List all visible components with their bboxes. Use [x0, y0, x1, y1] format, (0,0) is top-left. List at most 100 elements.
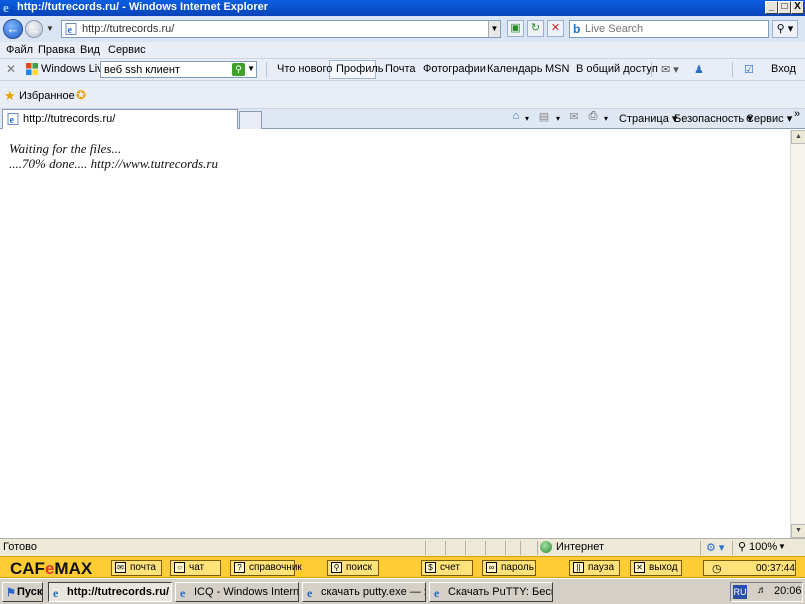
read-mail-icon[interactable]: ✉ — [567, 110, 581, 124]
feeds-icon[interactable]: ▤ — [537, 110, 551, 124]
add-favorite-icon[interactable]: ✪ — [76, 88, 86, 102]
taskbar-window-yandex[interactable]: e скачать putty.exe — Я... — [302, 582, 426, 602]
favorites-bar: ★ Избранное ✪ — [0, 81, 805, 109]
speaker-icon[interactable]: ♬ — [757, 585, 769, 597]
vertical-scrollbar[interactable]: ▲ ▼ — [790, 130, 805, 538]
close-button[interactable]: X — [791, 1, 804, 14]
link-share[interactable]: В общий доступ — [576, 63, 658, 75]
menu-view[interactable]: Вид — [80, 44, 100, 56]
language-indicator[interactable]: RU — [733, 585, 747, 599]
page-menu[interactable]: Страница ▾ — [619, 112, 677, 125]
session-timer: ◷ 00:37:44 — [703, 560, 796, 576]
search-dropdown-icon[interactable]: ▼ — [247, 64, 255, 73]
menu-tools[interactable]: Сервис — [108, 44, 146, 56]
home-dropdown-icon[interactable]: ▾ — [525, 114, 529, 123]
address-row: ← → ▼ e http://tutrecords.ru/ ▼ ▣ ↻ ✕ b … — [0, 16, 805, 42]
new-tab-button[interactable] — [239, 111, 262, 129]
pause-icon: || — [573, 562, 584, 573]
cafemax-password-button[interactable]: ∞ пароль — [482, 560, 536, 576]
scroll-up-icon[interactable]: ▲ — [791, 130, 805, 144]
cafemax-search-label: поиск — [346, 562, 372, 573]
menu-bar: Файл Правка Вид Сервис — [0, 42, 805, 59]
cafemax-exit-label: выход — [649, 562, 678, 573]
link-mail[interactable]: Почта — [385, 63, 416, 75]
windows-flag-icon: ⚑ — [6, 587, 16, 599]
live-search-input[interactable] — [585, 22, 765, 36]
checkbox-icon[interactable]: ☑ — [744, 63, 754, 76]
menu-edit[interactable]: Правка — [38, 44, 75, 56]
tools-menu[interactable]: Сервис ▾ — [746, 112, 792, 125]
cafemax-mail-button[interactable]: ✉ почта — [111, 560, 162, 576]
mail-icon[interactable]: ✉ ▾ — [661, 63, 679, 76]
back-button[interactable]: ← — [3, 19, 23, 39]
refresh-icon[interactable]: ↻ — [527, 20, 544, 37]
chevron-more-icon[interactable]: » — [794, 108, 800, 120]
bing-icon: b — [573, 22, 581, 36]
maximize-button[interactable]: □ — [778, 1, 791, 14]
zoom-dropdown-icon[interactable]: ▼ — [778, 542, 786, 551]
cafemax-pause-button[interactable]: || пауза — [569, 560, 620, 576]
cafemax-exit-button[interactable]: ✕ выход — [630, 560, 682, 576]
link-photos[interactable]: Фотографии — [423, 63, 486, 75]
scroll-down-icon[interactable]: ▼ — [791, 524, 805, 538]
magnifier-icon: ⚲ — [776, 23, 785, 35]
cafemax-account-button[interactable]: $ счет — [421, 560, 473, 576]
home-icon[interactable]: ⌂ — [509, 110, 523, 124]
question-icon: ? — [234, 562, 245, 573]
svg-text:e: e — [10, 115, 15, 125]
messenger-icon[interactable]: ♟ — [694, 63, 704, 76]
svg-text:e: e — [434, 586, 440, 598]
link-profile[interactable]: Профиль — [336, 63, 384, 75]
taskbar-clock[interactable]: 20:06 — [774, 585, 802, 597]
back-arrow-icon: ← — [6, 21, 20, 36]
zoom-level[interactable]: 100% — [749, 541, 777, 553]
live-toolbar-search-value: веб ssh клиент — [104, 64, 180, 76]
zoom-icon[interactable]: ⚲ — [738, 540, 746, 553]
search-go-button[interactable]: ⚲ ▾ — [772, 20, 798, 38]
taskbar-window-label: Скачать PuTTY: Беспла... — [448, 586, 552, 598]
forward-button[interactable]: → — [25, 20, 43, 38]
print-icon[interactable]: ⎙ — [586, 110, 600, 124]
ie-page-icon: e — [434, 586, 440, 598]
safety-menu[interactable]: Безопасность ▾ — [674, 112, 753, 125]
recent-pages-dropdown-icon[interactable]: ▼ — [46, 24, 54, 33]
dollar-icon: $ — [425, 562, 436, 573]
favorites-button[interactable]: Избранное — [19, 90, 75, 102]
tab-current[interactable]: e http://tutrecords.ru/ — [2, 109, 238, 129]
print-dropdown-icon[interactable]: ▾ — [604, 114, 608, 123]
svg-text:e: e — [180, 586, 186, 598]
taskbar-window-ie-tutrecords[interactable]: e http://tutrecords.ru/ ... — [48, 582, 172, 602]
feeds-dropdown-icon[interactable]: ▾ — [556, 114, 560, 123]
protected-mode-icon[interactable]: ⚙ ▾ — [706, 541, 724, 554]
title-bar[interactable]: e http://tutrecords.ru/ - Windows Intern… — [0, 0, 805, 16]
minimize-button[interactable]: _ — [765, 1, 778, 14]
search-icon[interactable]: ⚲ — [232, 63, 245, 76]
cafemax-search-button[interactable]: ⚲ поиск — [327, 560, 379, 576]
link-whats-new[interactable]: Что нового — [277, 63, 332, 75]
windows-live-label[interactable]: Windows Live — [41, 63, 109, 75]
favorites-star-icon[interactable]: ★ — [4, 88, 16, 104]
clock-icon: ◷ — [712, 563, 722, 575]
cafemax-mail-label: почта — [130, 562, 156, 573]
live-search-box[interactable]: b — [569, 20, 769, 38]
security-zone[interactable]: Интернет — [556, 541, 604, 553]
safety-menu-label: Безопасность — [674, 113, 745, 125]
cafemax-chat-button[interactable]: ○ чат — [170, 560, 221, 576]
signin-link[interactable]: Вход — [771, 63, 796, 75]
cafemax-logo-part: MAX — [54, 559, 93, 578]
close-toolbar-icon[interactable]: ✕ — [6, 62, 16, 76]
ie-page-icon: e — [307, 586, 313, 598]
svg-text:e: e — [53, 586, 59, 598]
live-toolbar-search[interactable]: веб ssh клиент ⚲ ▼ — [100, 61, 257, 78]
link-msn[interactable]: MSN — [545, 63, 569, 75]
stop-icon[interactable]: ✕ — [547, 20, 564, 37]
compatibility-icon[interactable]: ▣ — [507, 20, 524, 37]
link-calendar[interactable]: Календарь — [487, 63, 543, 75]
cafemax-directory-button[interactable]: ? справочник — [230, 560, 302, 576]
taskbar-window-putty[interactable]: e Скачать PuTTY: Беспла... — [429, 582, 553, 602]
address-dropdown-icon[interactable]: ▼ — [488, 21, 500, 37]
start-button[interactable]: ⚑ Пуск — [2, 582, 43, 602]
address-field[interactable]: e http://tutrecords.ru/ ▼ — [61, 20, 501, 38]
menu-file[interactable]: Файл — [6, 44, 33, 56]
taskbar-window-icq[interactable]: e ICQ - Windows Internet ... — [175, 582, 299, 602]
